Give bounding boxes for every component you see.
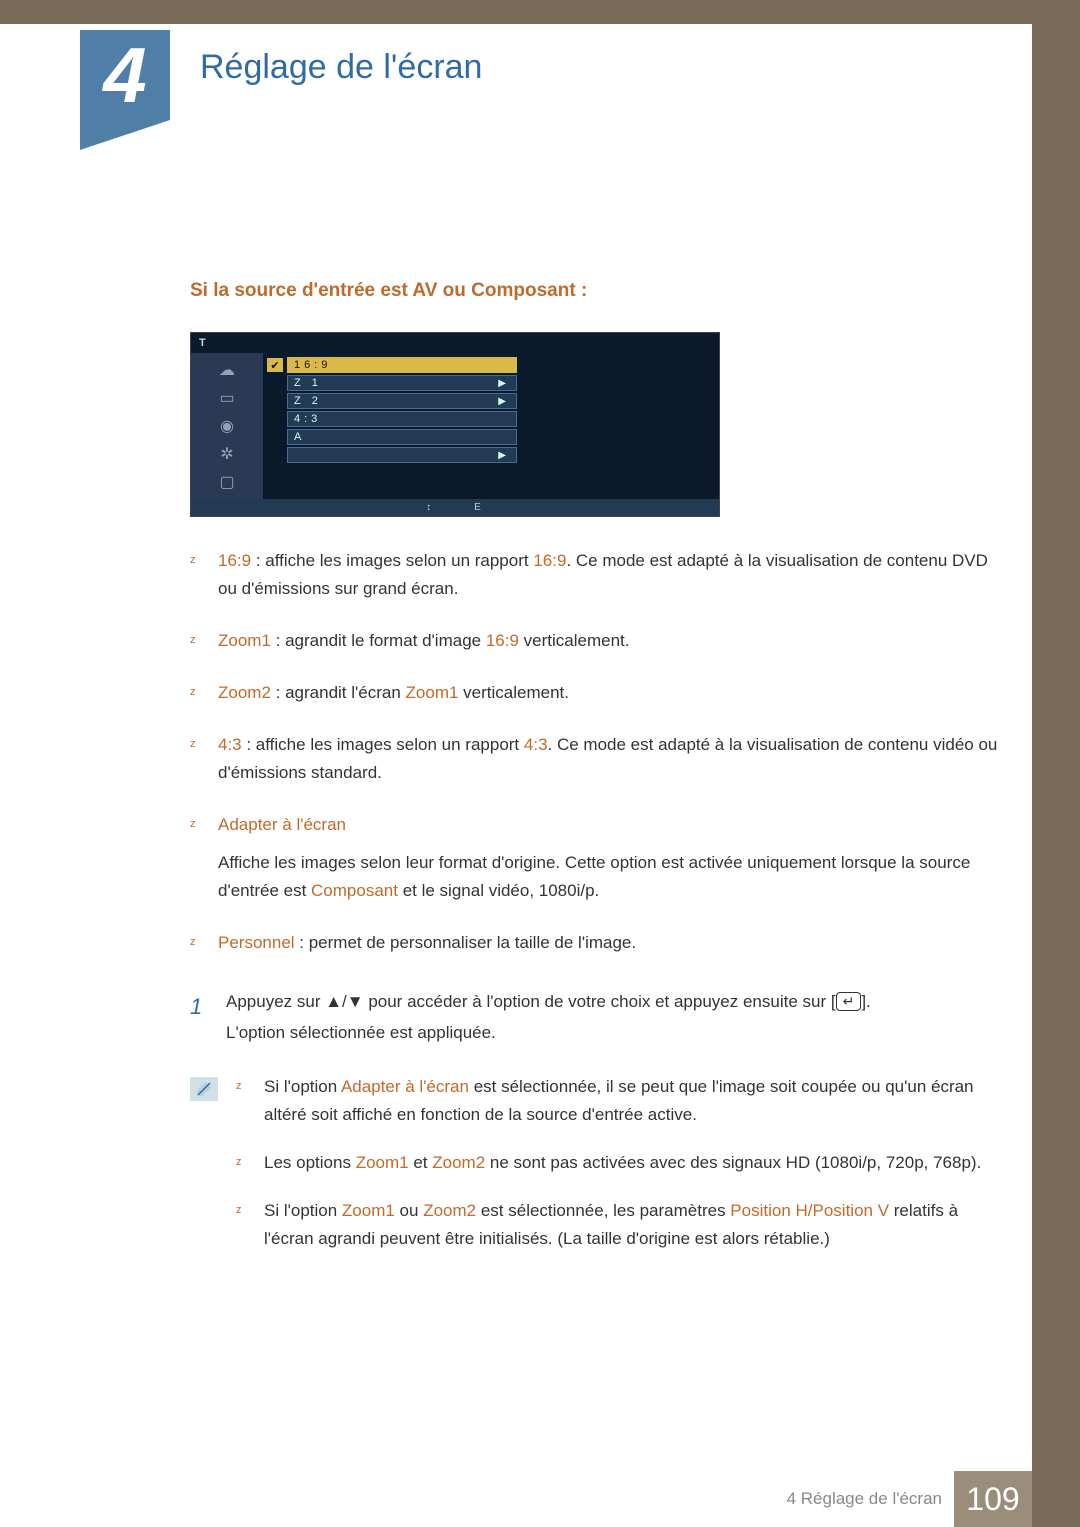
chevron-right-icon: ▶ — [498, 378, 510, 389]
enter-key-icon: ↵ — [836, 992, 862, 1011]
mode-adapter: Adapter à l'écran Affiche les images sel… — [190, 811, 1000, 905]
chevron-right-icon: ▶ — [498, 396, 510, 407]
note-item: Les options Zoom1 et Zoom2 ne sont pas a… — [236, 1149, 1000, 1177]
osd-row-zoom1: Z 1▶ — [267, 375, 715, 391]
footer-chapter-label: 4 Réglage de l'écran — [787, 1489, 942, 1509]
osd-sidebar: ☁ ▭ ◉ ✲ ▢ — [191, 353, 263, 499]
notes-list: Si l'option Adapter à l'écran est sélect… — [236, 1073, 1000, 1273]
chapter-badge: 4 — [80, 30, 170, 120]
step-number: 1 — [190, 987, 208, 1048]
osd-row-personnel: ▶ — [267, 447, 715, 463]
top-banner — [0, 0, 1080, 24]
osd-row-4-3: 4:3 — [267, 411, 715, 427]
osd-footer: ↕ E — [191, 499, 719, 516]
mode-zoom1: Zoom1 : agrandit le format d'image 16:9 … — [190, 627, 1000, 655]
mode-zoom2: Zoom2 : agrandit l'écran Zoom1 verticale… — [190, 679, 1000, 707]
osd-options: ✔ 16:9 Z 1▶ Z 2▶ 4:3 — [263, 353, 719, 499]
osd-body: ☁ ▭ ◉ ✲ ▢ ✔ 16:9 Z 1▶ Z 2▶ — [191, 353, 719, 499]
osd-field: 16:9 — [287, 357, 517, 373]
mode-16-9: 16:9 : affiche les images selon un rappo… — [190, 547, 1000, 603]
page-number: 109 — [954, 1471, 1032, 1527]
chevron-right-icon: ▶ — [498, 450, 510, 461]
chapter-number: 4 — [103, 36, 146, 114]
gear-icon: ✲ — [214, 443, 240, 465]
osd-row-zoom2: Z 2▶ — [267, 393, 715, 409]
step-text: Appuyez sur ▲/▼ pour accéder à l'option … — [226, 987, 871, 1048]
note-block: Si l'option Adapter à l'écran est sélect… — [190, 1073, 1000, 1273]
osd-title: T — [191, 333, 719, 353]
cloud-icon: ☁ — [214, 359, 240, 381]
right-banner — [1032, 0, 1080, 1527]
page-content: Si la source d'entrée est AV ou Composan… — [190, 180, 1000, 1273]
step-1: 1 Appuyez sur ▲/▼ pour accéder à l'optio… — [190, 987, 1000, 1048]
chapter-badge-tail — [80, 120, 170, 150]
mode-4-3: 4:3 : affiche les images selon un rappor… — [190, 731, 1000, 787]
check-icon: ✔ — [267, 358, 283, 372]
mode-list: 16:9 : affiche les images selon un rappo… — [190, 547, 1000, 957]
osd-row-adapter: A — [267, 429, 715, 445]
monitor-icon: ▢ — [214, 471, 240, 493]
osd-row-16-9: ✔ 16:9 — [267, 357, 715, 373]
globe-icon: ◉ — [214, 415, 240, 437]
osd-screenshot: T ☁ ▭ ◉ ✲ ▢ ✔ 16:9 Z 1▶ — [190, 332, 720, 517]
mode-personnel: Personnel : permet de personnaliser la t… — [190, 929, 1000, 957]
picture-icon: ▭ — [214, 387, 240, 409]
chapter-title: Réglage de l'écran — [200, 48, 482, 87]
note-item: Si l'option Adapter à l'écran est sélect… — [236, 1073, 1000, 1129]
section-heading: Si la source d'entrée est AV ou Composan… — [190, 280, 1000, 302]
note-item: Si l'option Zoom1 ou Zoom2 est sélection… — [236, 1197, 1000, 1253]
page-footer: 4 Réglage de l'écran 109 — [787, 1471, 1032, 1527]
note-icon — [190, 1077, 218, 1101]
